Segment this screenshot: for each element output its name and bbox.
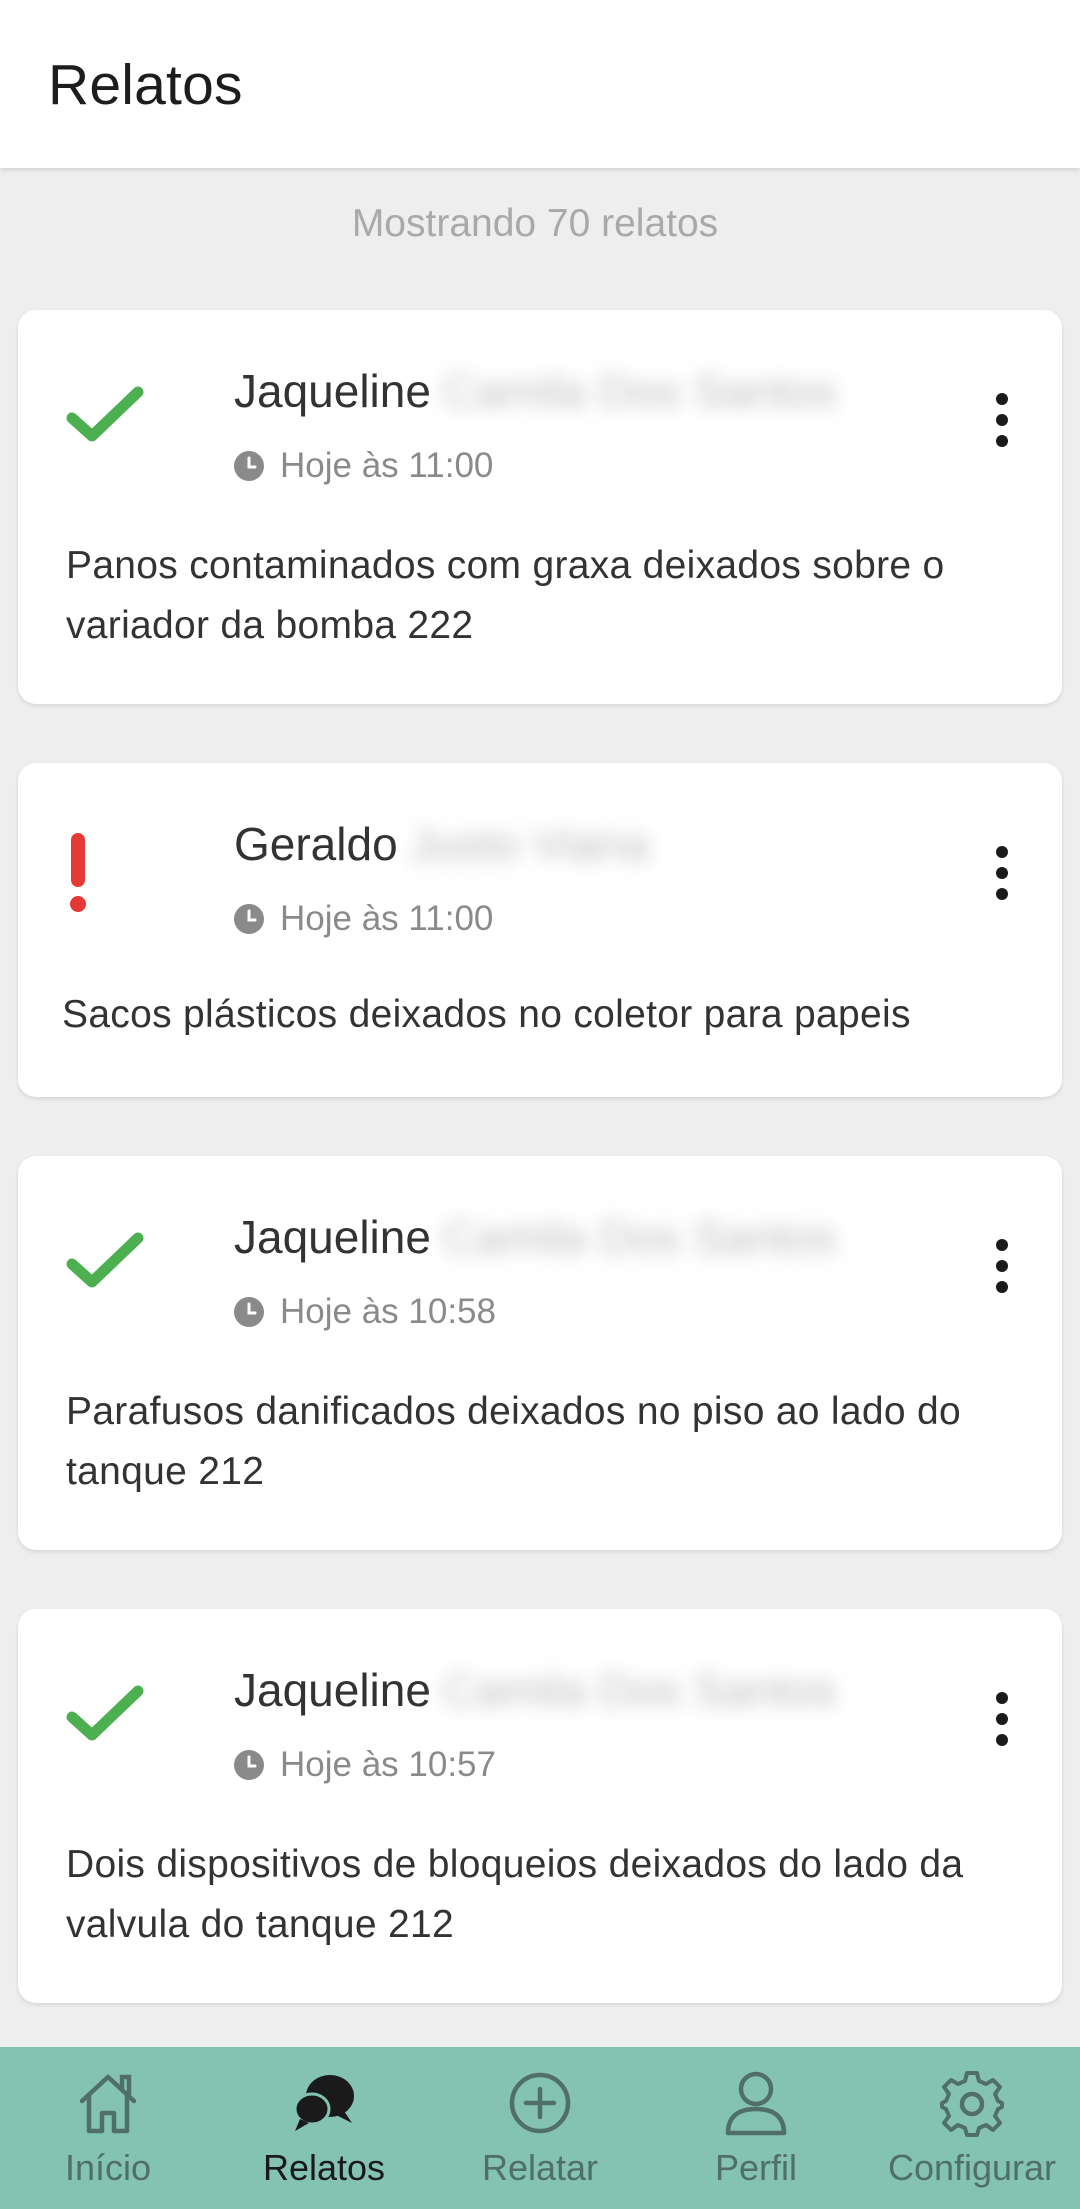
author-last-name-blurred: Camila Dos Santos (442, 1664, 837, 1716)
time-text: Hoje às 11:00 (280, 446, 494, 485)
nav-label: Configurar (887, 2147, 1057, 2188)
nav-item-inicio[interactable]: Início (0, 2047, 216, 2209)
report-card[interactable]: Jaqueline Camila Dos Santos Hoje às 10:57 D… (18, 1609, 1062, 2003)
nav-label: Relatos (262, 2147, 386, 2188)
nav-item-configurar[interactable]: Configurar (864, 2047, 1080, 2209)
page-title: Relatos (48, 53, 243, 117)
author-last-name-blurred: Camila Dos Santos (442, 1211, 837, 1263)
author-last-name-blurred: Camila Dos Santos (442, 365, 837, 417)
report-author: Jaqueline Camila Dos Santos (234, 1210, 837, 1264)
more-options-icon[interactable] (990, 392, 1014, 448)
report-description: Panos contaminados com graxa deixados so… (66, 544, 945, 647)
author-last-name-blurred: Justo Viana (409, 818, 650, 870)
report-description: Parafusos danificados deixados no piso a… (66, 1390, 961, 1493)
report-description: Dois dispositivos de bloqueios deixados … (66, 1843, 964, 1946)
report-card[interactable]: Geraldo Justo Viana Hoje às 11:00 Sacos plá… (18, 763, 1062, 1097)
time-text: Hoje às 10:58 (280, 1292, 496, 1331)
clock-icon (234, 1297, 264, 1327)
app-root: Relatos Mostrando 70 relatos Jaqueline Ca… (0, 0, 1080, 2209)
more-options-icon[interactable] (990, 1238, 1014, 1294)
report-author: Jaqueline Camila Dos Santos (234, 364, 837, 418)
nav-label: Relatar (481, 2147, 599, 2188)
clock-icon (234, 1750, 264, 1780)
check-icon (64, 1220, 148, 1304)
app-header: Relatos (0, 0, 1080, 168)
report-author: Jaqueline Camila Dos Santos (234, 1663, 837, 1717)
author-first-name: Jaqueline (234, 1664, 431, 1716)
report-card[interactable]: Jaqueline Camila Dos Santos Hoje às 10:58 P… (18, 1156, 1062, 1550)
author-first-name: Geraldo (234, 818, 398, 870)
nav-label: Início (64, 2147, 152, 2188)
time-text: Hoje às 11:00 (280, 899, 494, 938)
nav-item-relatos[interactable]: Relatos (216, 2047, 432, 2209)
author-first-name: Jaqueline (234, 365, 431, 417)
nav-item-perfil[interactable]: Perfil (648, 2047, 864, 2209)
clock-icon (234, 904, 264, 934)
more-options-icon[interactable] (990, 1691, 1014, 1747)
report-time: Hoje às 10:58 (234, 1292, 496, 1332)
more-options-icon[interactable] (990, 845, 1014, 901)
nav-label: Perfil (714, 2147, 798, 2188)
time-text: Hoje às 10:57 (280, 1745, 496, 1784)
nav-item-relatar[interactable]: Relatar (432, 2047, 648, 2209)
bottom-navigation: Início Relatos Relatar Perfil Configurar (0, 2047, 1080, 2209)
gear-icon (938, 2069, 1006, 2137)
exclamation-icon (60, 831, 144, 915)
check-icon (64, 1673, 148, 1757)
chat-bubbles-icon (290, 2069, 358, 2137)
check-icon (64, 374, 148, 458)
person-icon (722, 2069, 790, 2137)
home-icon (74, 2069, 142, 2137)
clock-icon (234, 451, 264, 481)
reports-count: Mostrando 70 relatos (351, 202, 719, 245)
report-card[interactable]: Jaqueline Camila Dos Santos Hoje às 11:00 P… (18, 310, 1062, 704)
add-circle-icon (506, 2069, 574, 2137)
report-description: Sacos plásticos deixados no coletor para… (62, 993, 911, 1036)
report-time: Hoje às 11:00 (234, 446, 493, 486)
report-time: Hoje às 11:00 (234, 899, 493, 939)
report-time: Hoje às 10:57 (234, 1745, 496, 1785)
report-author: Geraldo Justo Viana (234, 817, 649, 871)
author-first-name: Jaqueline (234, 1211, 431, 1263)
